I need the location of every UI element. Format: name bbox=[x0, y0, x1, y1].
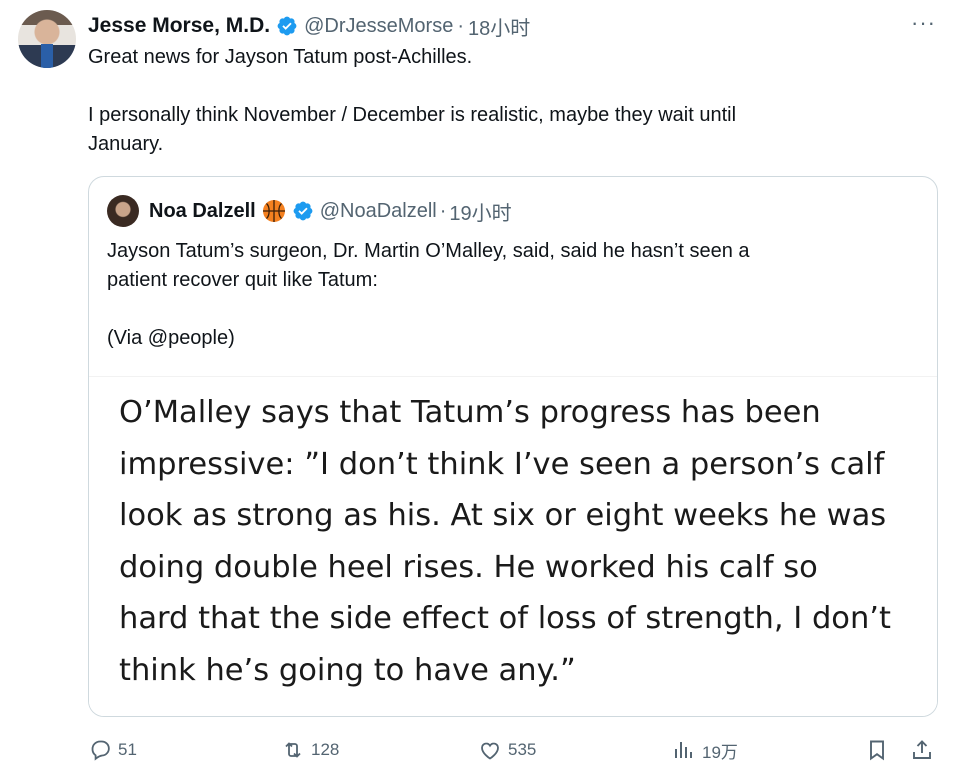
quote-image[interactable]: O’Malley says that Tatum’s progress has … bbox=[89, 376, 937, 716]
quote-line: (Via @people) bbox=[107, 327, 235, 349]
bookmark-button[interactable] bbox=[865, 732, 889, 768]
like-count: 535 bbox=[508, 740, 537, 759]
repost-count: 128 bbox=[311, 740, 340, 759]
share-icon bbox=[913, 740, 931, 759]
image-line: hard that the side effect of loss of str… bbox=[119, 601, 891, 636]
image-line: impressive: ”I don’t think I’ve seen a p… bbox=[119, 446, 885, 482]
tweet-line: January. bbox=[88, 133, 164, 155]
action-bar: 51 128 535 19万 bbox=[88, 732, 948, 768]
tweet-line: I personally think November / December i… bbox=[88, 104, 737, 126]
repost-button[interactable]: 128 bbox=[281, 732, 339, 768]
views-button[interactable]: 19万 bbox=[672, 732, 738, 768]
quote-line: Jayson Tatum’s surgeon, Dr. Martin O’Mal… bbox=[107, 240, 750, 262]
quote-author-name[interactable]: Noa Dalzell bbox=[149, 200, 256, 223]
tweet-header: Jesse Morse, M.D. @DrJesseMorse · 18小时 bbox=[88, 12, 530, 40]
quote-text: Jayson Tatum’s surgeon, Dr. Martin O’Mal… bbox=[107, 237, 917, 353]
bookmark-icon bbox=[870, 740, 884, 761]
reply-count: 51 bbox=[118, 740, 137, 759]
image-line: think he’s going to have any.” bbox=[119, 652, 576, 688]
tweet-text: Great news for Jayson Tatum post-Achille… bbox=[88, 43, 908, 159]
quote-image-text: O’Malley says that Tatum’s progress has … bbox=[119, 387, 919, 696]
share-button[interactable] bbox=[910, 732, 934, 768]
image-line: doing double heel rises. He worked his c… bbox=[119, 549, 818, 585]
reply-button[interactable]: 51 bbox=[88, 732, 137, 768]
quote-header: Noa Dalzell @NoaDalzell · 19小时 bbox=[107, 195, 512, 227]
quote-author-handle[interactable]: @NoaDalzell bbox=[320, 200, 437, 223]
views-icon bbox=[675, 742, 692, 758]
like-icon bbox=[481, 742, 499, 760]
verified-badge-icon bbox=[277, 16, 297, 36]
author-name[interactable]: Jesse Morse, M.D. bbox=[88, 14, 270, 38]
image-line: look as strong as his. At six or eight w… bbox=[119, 498, 887, 533]
tweet-time[interactable]: 18小时 bbox=[468, 12, 530, 41]
quote-time[interactable]: 19小时 bbox=[449, 197, 511, 226]
image-line: O’Malley says that Tatum’s progress has … bbox=[119, 395, 821, 430]
author-avatar[interactable] bbox=[18, 10, 76, 68]
basketball-icon bbox=[262, 200, 285, 222]
quote-avatar[interactable] bbox=[107, 195, 139, 227]
separator-dot: · bbox=[439, 199, 447, 222]
tweet-line: Great news for Jayson Tatum post-Achille… bbox=[88, 46, 473, 68]
quoted-tweet[interactable]: Noa Dalzell @NoaDalzell · 19小时 Jayson Ta… bbox=[88, 176, 938, 717]
verified-badge-icon bbox=[293, 201, 313, 221]
author-handle[interactable]: @DrJesseMorse bbox=[304, 15, 453, 38]
quote-line: patient recover quit like Tatum: bbox=[107, 269, 378, 291]
more-icon[interactable]: ··· bbox=[911, 10, 936, 36]
views-count: 19万 bbox=[702, 742, 738, 762]
reply-icon bbox=[91, 740, 110, 761]
separator-dot: · bbox=[457, 14, 464, 37]
like-button[interactable]: 535 bbox=[478, 732, 536, 768]
repost-icon bbox=[285, 742, 301, 758]
